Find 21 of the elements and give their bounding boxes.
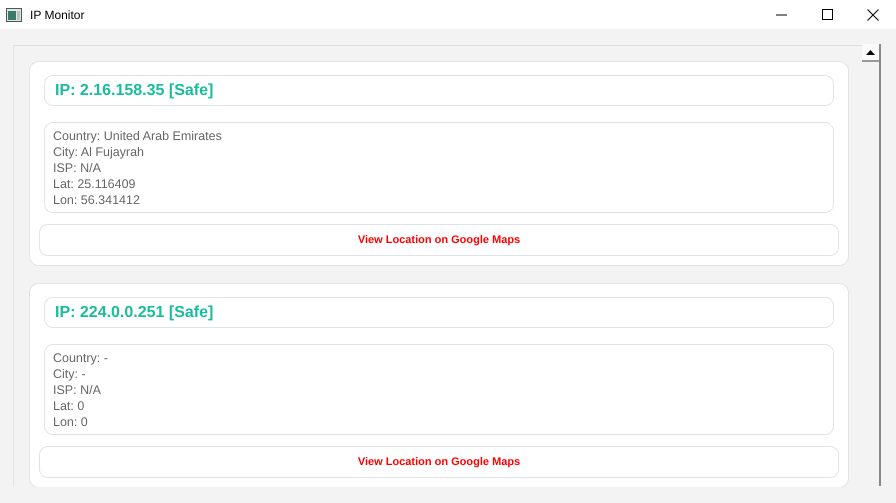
detail-text: Lat: 0 [53,398,86,414]
up-arrow-icon [866,50,875,54]
ip-heading: IP: 2.16.158.35 [Safe] [44,75,834,106]
detail-text: City: - [53,366,87,382]
ip-heading: IP: 224.0.0.251 [Safe] [44,297,834,328]
detail-text: ISP: N/A [53,160,102,176]
scrollbar[interactable] [862,44,881,486]
detail-text: Country: - [53,350,109,366]
detail-text: ISP: N/A [53,382,102,398]
map-button[interactable]: View Location on Google Maps [39,224,839,256]
scroll-up-button[interactable] [862,44,879,62]
detail-text: Country: United Arab Emirates [53,128,223,144]
app-icon [6,8,22,22]
window-title: IP Monitor [30,8,86,22]
detail-text: Lat: 25.116409 [53,176,136,192]
detail-text: Lon: 0 [53,414,89,430]
maximize-icon [822,9,832,20]
detail-text: City: Al Fujayrah [53,144,146,160]
map-button[interactable]: View Location on Google Maps [39,446,839,478]
close-icon [867,8,879,20]
detail-text: Lon: 56.341412 [53,192,141,208]
